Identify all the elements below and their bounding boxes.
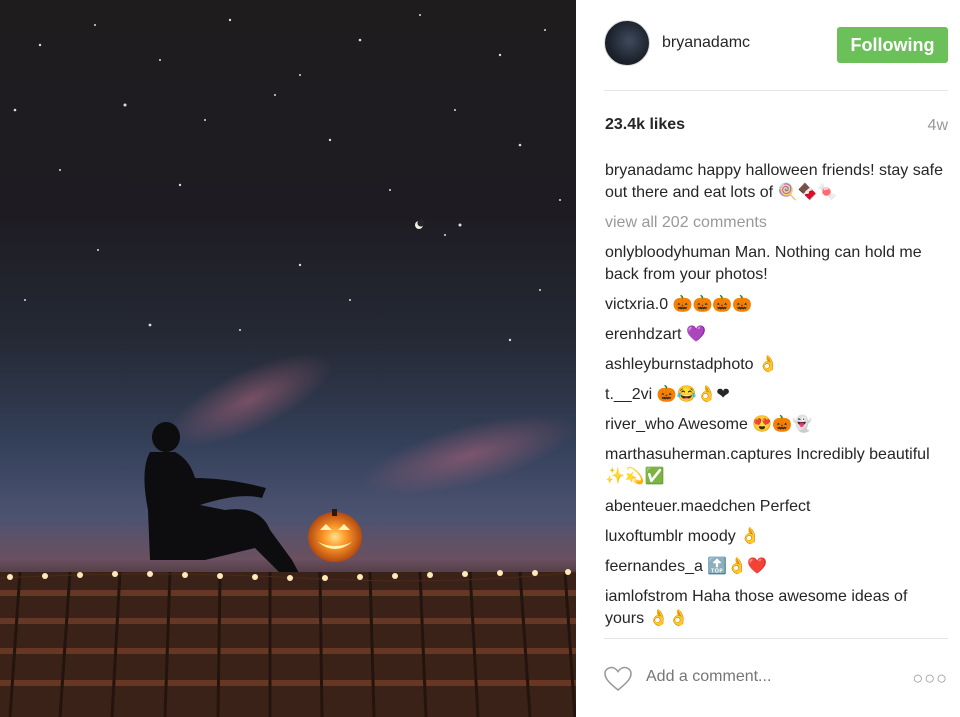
post-age[interactable]: 4w <box>928 117 948 135</box>
list-item: victxria.0 🎃🎃🎃🎃 <box>605 294 950 316</box>
comment-footer: ○○○ <box>604 660 948 700</box>
list-item: iamlofstrom Haha those awesome ideas of … <box>605 586 950 630</box>
view-all-comments-link[interactable]: view all 202 comments <box>605 212 950 234</box>
list-item: luxoftumblr moody 👌 <box>605 526 950 548</box>
comment-username[interactable]: luxoftumblr <box>605 528 683 545</box>
comment-username[interactable]: feernandes_a <box>605 558 703 575</box>
comment-text: 👌 <box>758 356 778 373</box>
list-item: t.__2vi 🎃😂👌❤ <box>605 384 950 406</box>
header-divider <box>604 90 948 91</box>
comment-text: Awesome 😍🎃👻 <box>677 416 813 433</box>
avatar[interactable] <box>604 20 650 66</box>
comment-username[interactable]: abenteuer.maedchen <box>605 498 755 515</box>
comment-list: bryanadamc happy halloween friends! stay… <box>605 160 950 638</box>
comment-text: Perfect <box>759 498 811 515</box>
list-item: feernandes_a 🔝👌❤️ <box>605 556 950 578</box>
comment-username[interactable]: bryanadamc <box>605 162 693 179</box>
list-item: onlybloodyhuman Man. Nothing can hold me… <box>605 242 950 286</box>
comment-username[interactable]: onlybloodyhuman <box>605 244 730 261</box>
comment-username[interactable]: victxria.0 <box>605 296 668 313</box>
post-photo[interactable] <box>0 0 576 717</box>
list-item: ashleyburnstadphoto 👌 <box>605 354 950 376</box>
likes-count[interactable]: 23.4k likes <box>605 116 685 134</box>
following-button[interactable]: Following <box>837 27 948 63</box>
comment-text: moody 👌 <box>687 528 761 545</box>
caption: bryanadamc happy halloween friends! stay… <box>605 160 950 204</box>
comment-username[interactable]: iamlofstrom <box>605 588 688 605</box>
comment-text: 🔝👌❤️ <box>707 558 768 575</box>
more-options-icon[interactable]: ○○○ <box>912 668 948 689</box>
comment-username[interactable]: ashleyburnstadphoto <box>605 356 754 373</box>
heart-icon[interactable] <box>604 666 632 692</box>
comment-username[interactable]: t.__2vi <box>605 386 652 403</box>
comment-username[interactable]: river_who <box>605 416 674 433</box>
halloween-rooftop-image <box>0 14 576 717</box>
list-item: abenteuer.maedchen Perfect <box>605 496 950 518</box>
comment-username[interactable]: erenhdzart <box>605 326 682 343</box>
post-header: bryanadamc Following <box>604 20 948 70</box>
comment-text: 🎃🎃🎃🎃 <box>672 296 753 313</box>
footer-divider <box>604 638 948 639</box>
username[interactable]: bryanadamc <box>662 34 750 52</box>
comment-text: 💜 <box>685 326 706 343</box>
list-item: marthasuherman.captures Incredibly beaut… <box>605 444 950 488</box>
add-comment-input[interactable] <box>646 668 896 686</box>
post-sidebar: bryanadamc Following 23.4k likes 4w brya… <box>576 0 960 717</box>
comment-text: 🎃😂👌❤ <box>656 386 730 403</box>
comment-username[interactable]: marthasuherman.captures <box>605 446 792 463</box>
list-item: river_who Awesome 😍🎃👻 <box>605 414 950 436</box>
list-item: erenhdzart 💜 <box>605 324 950 346</box>
